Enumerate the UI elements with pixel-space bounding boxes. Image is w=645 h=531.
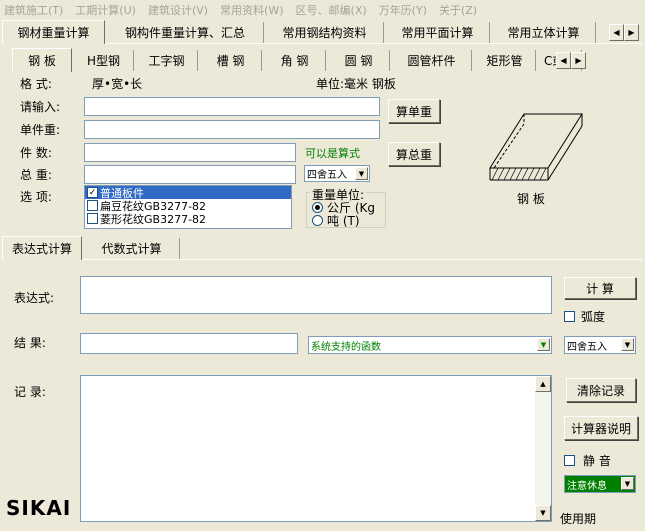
checkbox-icon[interactable] <box>564 455 575 466</box>
menu-zipcode[interactable]: 区号、邮编(X) <box>296 2 367 18</box>
menu-design[interactable]: 建筑设计(V) <box>148 2 208 18</box>
calc-total-weight-button[interactable]: 算总重 <box>388 142 440 166</box>
checkbox-icon[interactable] <box>564 311 575 322</box>
steel-plate-diagram <box>489 113 583 181</box>
options-list[interactable]: ✓ 普通板件 扁豆花纹GB3277-82 菱形花纹GB3277-82 <box>84 185 292 229</box>
radian-checkbox[interactable]: 弧度 <box>564 308 605 325</box>
checkbox-icon[interactable] <box>87 200 98 211</box>
count-label: 件 数: <box>20 146 52 160</box>
chevron-down-icon[interactable]: ▼ <box>621 338 634 351</box>
dimension-input[interactable] <box>84 97 380 116</box>
rounding-select-bottom-value: 四舍五入 <box>567 341 607 353</box>
total-label: 总 重: <box>20 168 52 182</box>
rounding-select-bottom[interactable]: 四舍五入 ▼ <box>564 336 636 354</box>
sikai-logo: SIKAI <box>6 496 72 520</box>
expression-input[interactable] <box>80 276 552 314</box>
menu-bar: 建筑施工(T) 工期计算(U) 建筑设计(V) 常用资料(W) 区号、邮编(X)… <box>0 0 645 20</box>
menu-calendar[interactable]: 万年历(Y) <box>379 2 427 18</box>
tab-algebra-calc[interactable]: 代数式计算 <box>84 238 180 259</box>
rest-reminder-select[interactable]: 注意休息 ▼ <box>564 475 636 493</box>
total-field[interactable] <box>84 165 296 184</box>
unit-weight-label: 单件重: <box>20 123 61 137</box>
tab-scroll-left-icon[interactable]: ◀ <box>609 24 624 41</box>
options-label: 选 项: <box>20 190 52 204</box>
main-tab-strip: 钢材重量计算 钢构件重量计算、汇总 常用钢结构资料 常用平面计算 常用立体计算 … <box>2 20 642 44</box>
count-field[interactable] <box>84 143 296 162</box>
calculate-button[interactable]: 计 算 <box>564 277 636 299</box>
checkbox-checked-icon[interactable]: ✓ <box>87 187 98 198</box>
menu-reference[interactable]: 常用资料(W) <box>220 2 283 18</box>
scroll-down-icon[interactable]: ▼ <box>535 505 551 521</box>
subtab-channel[interactable]: 槽 钢 <box>200 50 262 71</box>
subtab-i-beam[interactable]: 工字钢 <box>136 50 198 71</box>
menu-construction[interactable]: 建筑施工(T) <box>4 2 63 18</box>
result-field[interactable] <box>80 333 298 354</box>
tab-scroll-right-icon[interactable]: ▶ <box>624 24 639 41</box>
mute-checkbox[interactable]: 静 音 <box>564 452 611 469</box>
rounding-select-top-value: 四舍五入 <box>307 170 347 181</box>
menu-about[interactable]: 关于(Z) <box>439 2 477 18</box>
subtab-h-beam[interactable]: H型钢 <box>74 50 134 71</box>
radio-icon[interactable] <box>312 215 323 226</box>
option-item[interactable]: 菱形花纹GB3277-82 <box>85 212 291 226</box>
chevron-down-icon[interactable]: ▼ <box>621 477 634 490</box>
chevron-down-icon[interactable]: ▼ <box>355 167 368 180</box>
unit-text: 单位:毫米 钢板 <box>316 77 396 91</box>
expr-hint: 可以是算式 <box>305 147 360 160</box>
record-scrollbar[interactable]: ▲ ▼ <box>535 376 551 521</box>
calculator-help-button[interactable]: 计算器说明 <box>564 416 638 440</box>
chevron-down-icon[interactable]: ▼ <box>537 338 550 351</box>
rest-reminder-value: 注意休息 <box>567 480 607 492</box>
format-label: 格 式: <box>20 77 52 91</box>
scroll-up-icon[interactable]: ▲ <box>535 376 551 392</box>
clear-records-button[interactable]: 清除记录 <box>566 378 636 402</box>
subtab-round-bar[interactable]: 圆 钢 <box>328 50 390 71</box>
menu-schedule[interactable]: 工期计算(U) <box>75 2 136 18</box>
subtab-angle[interactable]: 角 钢 <box>264 50 326 71</box>
tab-steel-structure-data[interactable]: 常用钢结构资料 <box>266 22 384 43</box>
subtab-scroll-right-icon[interactable]: ▶ <box>571 52 586 69</box>
sub-tab-strip: 钢 板 H型钢 工字钢 槽 钢 角 钢 圆 钢 圆管杆件 矩形管 C或Z ◀ ▶ <box>4 48 604 72</box>
input-label: 请输入: <box>20 100 61 114</box>
subtab-rect-tube[interactable]: 矩形管 <box>474 50 536 71</box>
calc-unit-weight-button[interactable]: 算单重 <box>388 99 440 123</box>
tab-solid-calc[interactable]: 常用立体计算 <box>492 22 596 43</box>
subtab-scroll-left-icon[interactable]: ◀ <box>556 52 571 69</box>
tab-plane-calc[interactable]: 常用平面计算 <box>386 22 490 43</box>
unit-weight-field[interactable] <box>84 120 380 139</box>
subtab-steel-plate[interactable]: 钢 板 <box>12 48 72 72</box>
result-label: 结 果: <box>14 336 46 350</box>
record-label: 记 录: <box>14 385 46 399</box>
calc-tab-strip: 表达式计算 代数式计算 <box>2 236 642 260</box>
format-value: 厚•宽•长 <box>92 77 143 91</box>
record-textarea[interactable]: ▲ ▼ <box>80 375 552 522</box>
functions-select[interactable]: 系统支持的函数 ▼ <box>308 336 552 354</box>
subtab-round-tube[interactable]: 圆管杆件 <box>392 50 472 71</box>
tab-expression-calc[interactable]: 表达式计算 <box>2 236 82 260</box>
checkbox-icon[interactable] <box>87 213 98 224</box>
usage-period-label: 使用期 <box>560 512 597 526</box>
expression-label: 表达式: <box>14 291 55 305</box>
rounding-select-top[interactable]: 四舍五入 ▼ <box>304 165 370 182</box>
diagram-label: 钢 板 <box>517 192 545 206</box>
tab-component-weight[interactable]: 钢构件重量计算、汇总 <box>107 22 264 43</box>
tab-steel-weight[interactable]: 钢材重量计算 <box>2 20 105 44</box>
functions-select-value: 系统支持的函数 <box>311 341 381 353</box>
radio-ton[interactable]: 吨 (T) <box>312 212 360 229</box>
